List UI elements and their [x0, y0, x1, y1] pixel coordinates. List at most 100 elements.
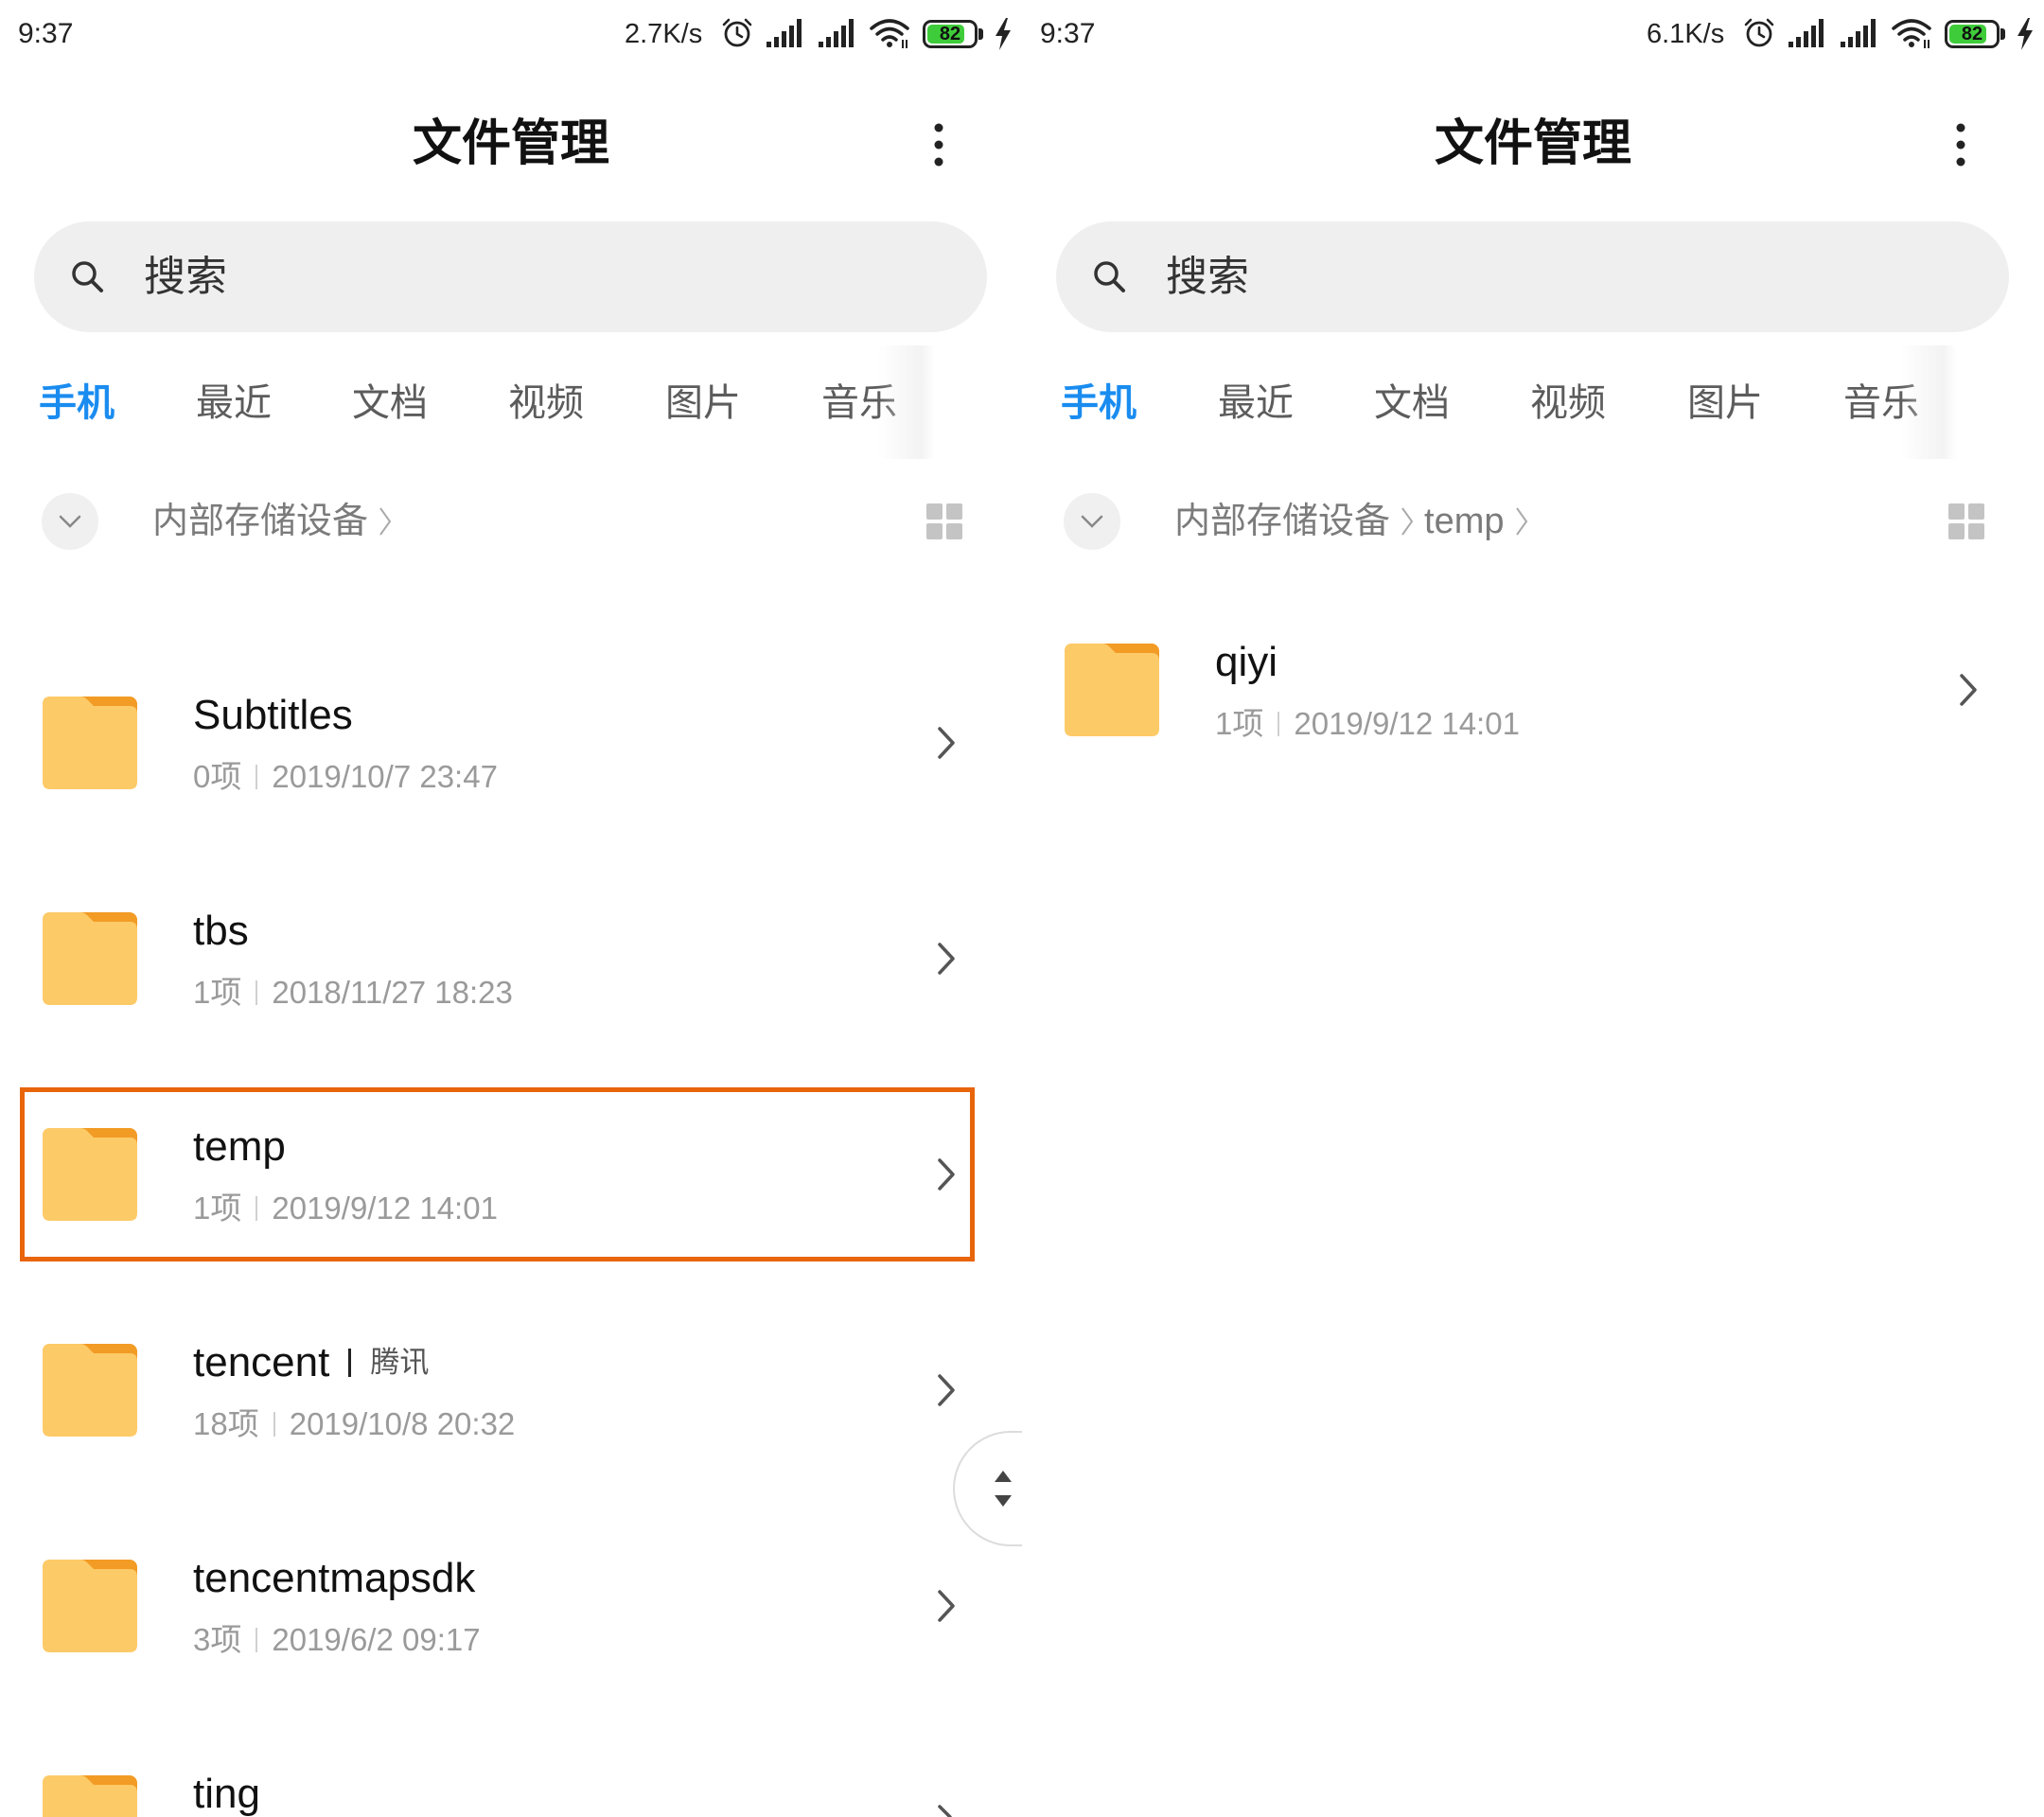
wifi-icon — [870, 19, 909, 48]
screen-right: 9:37 6.1K/s 82 文件管理 搜索 手机 最近 文档 视频 图片 音乐… — [1022, 0, 2044, 1817]
status-time: 9:37 — [1040, 18, 1096, 49]
charging-icon — [996, 18, 1011, 50]
folder-name: tencentmapsdk — [193, 1555, 476, 1601]
category-tabs: 手机 最近 文档 视频 图片 音乐 — [0, 380, 1022, 426]
tab-recent[interactable]: 最近 — [196, 380, 272, 426]
storage-dropdown-button[interactable] — [1064, 493, 1120, 550]
signal-icon — [1841, 19, 1876, 47]
storage-dropdown-button[interactable] — [42, 493, 98, 550]
battery-tip — [2000, 28, 2005, 40]
folder-alias: 腾讯 — [370, 1346, 430, 1379]
folder-name-line: tencentmapsdk — [193, 1557, 475, 1600]
folder-meta: 1项 2019/9/12 14:01 — [1215, 705, 1520, 743]
folder-row[interactable]: tencentmapsdk 3项 2019/6/2 09:17 — [0, 1498, 1022, 1714]
folder-row[interactable]: ting — [0, 1714, 1022, 1817]
page-title: 文件管理 — [1434, 116, 1631, 171]
breadcrumb-item[interactable]: 内部存储设备 — [1174, 499, 1390, 544]
page-title: 文件管理 — [412, 116, 609, 171]
chevron-right-icon — [938, 1590, 955, 1622]
signal-icon — [819, 19, 854, 47]
modified-date: 2019/10/7 23:47 — [272, 759, 498, 794]
tab-scroll-fade — [1900, 345, 1957, 459]
status-net-speed: 6.1K/s — [1647, 19, 1725, 49]
screen-left: 9:37 2.7K/s 82 文件管理 搜索 手机 最近 文档 视频 图片 音乐… — [0, 0, 1022, 1817]
folder-icon — [43, 697, 137, 789]
folder-name: ting — [193, 1771, 260, 1817]
folder-icon — [43, 1344, 137, 1437]
search-input[interactable]: 搜索 — [1166, 221, 1249, 332]
tab-videos[interactable]: 视频 — [508, 380, 584, 426]
folder-meta: 3项 2019/6/2 09:17 — [193, 1621, 481, 1659]
scroll-handle-icon — [995, 1471, 1012, 1507]
grid-view-icon[interactable] — [1948, 503, 1984, 539]
breadcrumb: 内部存储设备 — [152, 499, 393, 544]
battery-icon: 82 — [1945, 20, 2000, 48]
folder-icon — [43, 1560, 137, 1652]
folder-name: tbs — [193, 908, 249, 954]
modified-date: 2019/6/2 09:17 — [272, 1622, 481, 1657]
item-count: 0项 — [193, 759, 242, 794]
tab-images[interactable]: 图片 — [665, 380, 741, 426]
folder-name-line: Subtitles — [193, 694, 353, 737]
tab-images[interactable]: 图片 — [1687, 380, 1763, 426]
meta-divider — [256, 1628, 258, 1652]
folder-row[interactable]: qiyi 1项 2019/9/12 14:01 — [1022, 582, 2044, 798]
folder-meta: 1项 2018/11/27 18:23 — [193, 974, 513, 1012]
item-count: 3项 — [193, 1622, 242, 1657]
more-icon[interactable] — [1955, 123, 1966, 167]
alarm-icon — [1744, 18, 1774, 47]
search-bar[interactable]: 搜索 — [1056, 221, 2009, 332]
folder-name: tencent — [193, 1339, 330, 1385]
more-icon[interactable] — [933, 123, 944, 167]
charging-icon — [2018, 18, 2033, 50]
tab-recent[interactable]: 最近 — [1218, 380, 1294, 426]
meta-divider — [256, 765, 258, 789]
signal-icon — [766, 19, 802, 47]
meta-divider — [256, 980, 258, 1005]
folder-icon — [43, 912, 137, 1005]
folder-name: qiyi — [1215, 639, 1278, 685]
breadcrumb-item[interactable]: 内部存储设备 — [152, 499, 368, 544]
item-count: 1项 — [193, 975, 242, 1010]
modified-date: 2019/9/12 14:01 — [1294, 706, 1520, 741]
chevron-right-icon — [938, 1374, 955, 1406]
folder-row[interactable]: tencent 腾讯 18项 2019/10/8 20:32 — [0, 1282, 1022, 1498]
folder-name-line: qiyi — [1215, 641, 1278, 684]
item-count: 1项 — [1215, 706, 1264, 741]
tab-videos[interactable]: 视频 — [1530, 380, 1606, 426]
meta-divider — [1278, 712, 1280, 736]
chevron-right-icon — [1401, 507, 1414, 536]
folder-name-line: tencent 腾讯 — [193, 1341, 429, 1385]
tab-documents[interactable]: 文档 — [352, 380, 428, 426]
search-icon — [1094, 261, 1125, 292]
status-net-speed: 2.7K/s — [625, 19, 703, 49]
item-count: 18项 — [193, 1406, 259, 1441]
chevron-right-icon — [938, 1805, 952, 1817]
folder-icon — [1065, 644, 1159, 736]
chevron-down-icon — [1081, 515, 1103, 528]
breadcrumb-item[interactable]: temp — [1424, 499, 1504, 544]
battery-icon: 82 — [923, 20, 978, 48]
search-input[interactable]: 搜索 — [144, 221, 227, 332]
tab-phone[interactable]: 手机 — [39, 380, 115, 426]
chevron-right-icon — [1515, 507, 1527, 536]
folder-row[interactable]: Subtitles 0项 2019/10/7 23:47 — [0, 635, 1022, 851]
folder-row[interactable]: tbs 1项 2018/11/27 18:23 — [0, 851, 1022, 1067]
signal-icon — [1788, 19, 1824, 47]
search-bar[interactable]: 搜索 — [34, 221, 987, 332]
alarm-icon — [722, 18, 752, 47]
tab-documents[interactable]: 文档 — [1374, 380, 1450, 426]
tab-phone[interactable]: 手机 — [1061, 380, 1137, 426]
chevron-right-icon — [938, 943, 955, 975]
folder-meta: 0项 2019/10/7 23:47 — [193, 758, 498, 796]
status-time: 9:37 — [18, 18, 74, 49]
folder-name-line: tbs — [193, 909, 249, 953]
folder-name-line: ting — [193, 1773, 260, 1816]
battery-tip — [978, 28, 983, 40]
grid-view-icon[interactable] — [926, 503, 962, 539]
modified-date: 2018/11/27 18:23 — [272, 975, 513, 1010]
search-icon — [72, 261, 103, 292]
highlight-box — [20, 1087, 975, 1261]
breadcrumb: 内部存储设备 temp — [1174, 499, 1529, 544]
alias-divider — [348, 1349, 352, 1377]
